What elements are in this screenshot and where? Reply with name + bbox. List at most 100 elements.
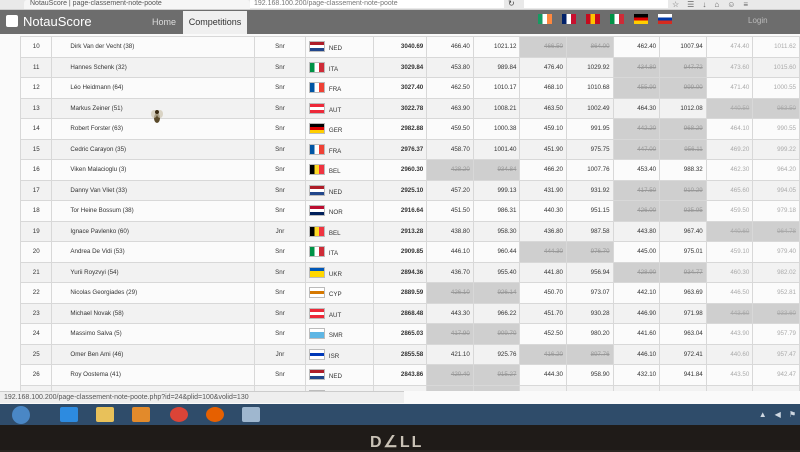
category-cell: Snr [254,323,306,345]
volume-icon[interactable]: ◀ [775,408,781,422]
category-cell: Snr [254,364,306,386]
score-cell: 462.30 [705,159,754,181]
score-cell: 431.90 [519,179,567,201]
rank-cell: 18 [20,200,53,222]
login-link[interactable]: Login [748,14,768,28]
table-row: 23 Michael Novak (58) Snr AUT 2868.48 443.30 9… [20,302,800,324]
score-cell: 1007.76 [565,159,614,181]
score-cell: 451.90 [519,138,567,160]
nav-home[interactable]: Home [152,13,176,31]
score-cell: 444.30 [519,364,567,386]
score-cell: 966.22 [472,302,521,324]
table-row: 24 Massimo Salva (5) Snr SMR 2865.03 417.90 90… [20,323,800,345]
score-cell: 455.90 [612,77,661,99]
address-bar[interactable]: 192.168.100.200/page-classement-note-poo… [250,0,504,8]
score-cell: 436.70 [426,261,474,283]
windows-start-icon[interactable] [12,406,30,424]
athlete-name: Dirk Van der Vecht (38) [51,36,255,58]
media-player-icon[interactable] [132,407,150,422]
search-input[interactable] [524,0,668,8]
category-cell: Snr [254,261,306,283]
refresh-icon[interactable]: ↻ [508,0,518,8]
score-cell: 934.77 [659,261,707,283]
browser-tab[interactable]: NotauScore | page-classement-note-poote [24,0,250,9]
score-cell: 443.60 [705,302,754,324]
score-cell: 955.40 [472,261,521,283]
category-cell: Snr [254,241,306,263]
score-cell: 444.70 [705,384,754,391]
score-cell: 967.40 [659,220,707,242]
score-cell: 465.60 [705,179,754,201]
score-cell: 964.20 [752,159,800,181]
ireland-flag[interactable] [538,14,552,24]
score-cell: 464.10 [705,118,754,140]
score-cell: 952.81 [752,282,800,304]
country-code: CYP [328,291,342,299]
score-cell: 975.01 [659,241,707,263]
reading-list-icon[interactable]: ☰ [687,0,694,9]
score-cell: 460.30 [705,261,754,283]
score-cell: 968.29 [659,118,707,140]
score-cell: 432.10 [612,364,661,386]
score-cell: 428.20 [426,159,474,181]
score-cell: 451.70 [519,302,567,324]
score-cell: 453.40 [612,159,661,181]
nav-competitions[interactable]: Competitions [183,11,247,34]
athlete-name: Tor Heine Bossum (38) [51,200,255,222]
folder-icon[interactable] [96,407,114,422]
chrome-icon[interactable] [170,407,188,422]
table-row: 26 Roy Oostema (41) Snr NED 2843.86 420.40 915… [20,364,800,386]
italy-flag[interactable] [610,14,624,24]
app-logo[interactable]: NotauScore [6,13,92,31]
score-cell: 468.10 [519,77,567,99]
score-cell: 963.69 [659,282,707,304]
country-code: NED [328,373,342,381]
total-score: 3040.69 [373,36,428,58]
country-code: FRA [328,86,342,94]
screen: NotauScore | page-classement-note-poote … [0,0,800,425]
cyp-flag-icon [308,287,325,299]
window-icon[interactable] [242,407,260,422]
score-cell: 941.84 [659,364,707,386]
flag-icon[interactable]: ⚑ [789,408,796,422]
score-cell: 947.72 [659,56,707,78]
score-cell: 459.10 [519,118,567,140]
athlete-name: Léo Heidmann (64) [51,77,255,99]
score-cell: 446.10 [426,241,474,263]
score-cell: 474.40 [705,36,754,58]
bel-flag-icon [308,225,325,237]
score-cell: 1008.21 [472,97,521,119]
star-icon[interactable]: ☆ [672,0,679,9]
category-cell: Snr [254,118,306,140]
spain-flag[interactable] [586,14,600,24]
score-cell: 979.40 [752,241,800,263]
firefox-icon[interactable] [206,407,224,422]
browser-icons: ☆ ☰ ↓ ⌂ ☺ ≡ [672,0,800,9]
country-code: NED [328,188,342,196]
ie-icon[interactable] [60,407,78,422]
home-icon[interactable]: ⌂ [714,0,719,9]
country-code: BEL [328,229,341,237]
score-cell: 443.80 [612,220,661,242]
russia-flag[interactable] [658,14,672,24]
country-cell: ISR [304,343,375,365]
isr-flag-icon [308,348,325,360]
score-cell: 926.14 [472,282,521,304]
menu-icon[interactable]: ≡ [743,0,748,9]
smiley-icon[interactable]: ☺ [727,0,735,9]
rank-cell: 22 [20,282,53,304]
score-cell: 463.50 [519,97,567,119]
network-icon[interactable]: ▲ [759,408,767,422]
score-cell: 1021.12 [472,36,521,58]
rank-cell: 10 [20,36,53,58]
download-icon[interactable]: ↓ [702,0,706,9]
score-cell: 864.00 [565,36,614,58]
uk-flag[interactable] [562,14,576,24]
score-cell: 426.00 [612,200,661,222]
country-code: BEL [328,168,341,176]
score-cell: 427.70 [612,384,661,391]
athlete-name: Yurii Royzvyi (54) [51,261,255,283]
germany-flag[interactable] [634,14,648,24]
score-cell: 440.30 [519,200,567,222]
table-row: 20 Andrea De Vidi (53) Snr ITA 2909.85 446.10… [20,241,800,263]
